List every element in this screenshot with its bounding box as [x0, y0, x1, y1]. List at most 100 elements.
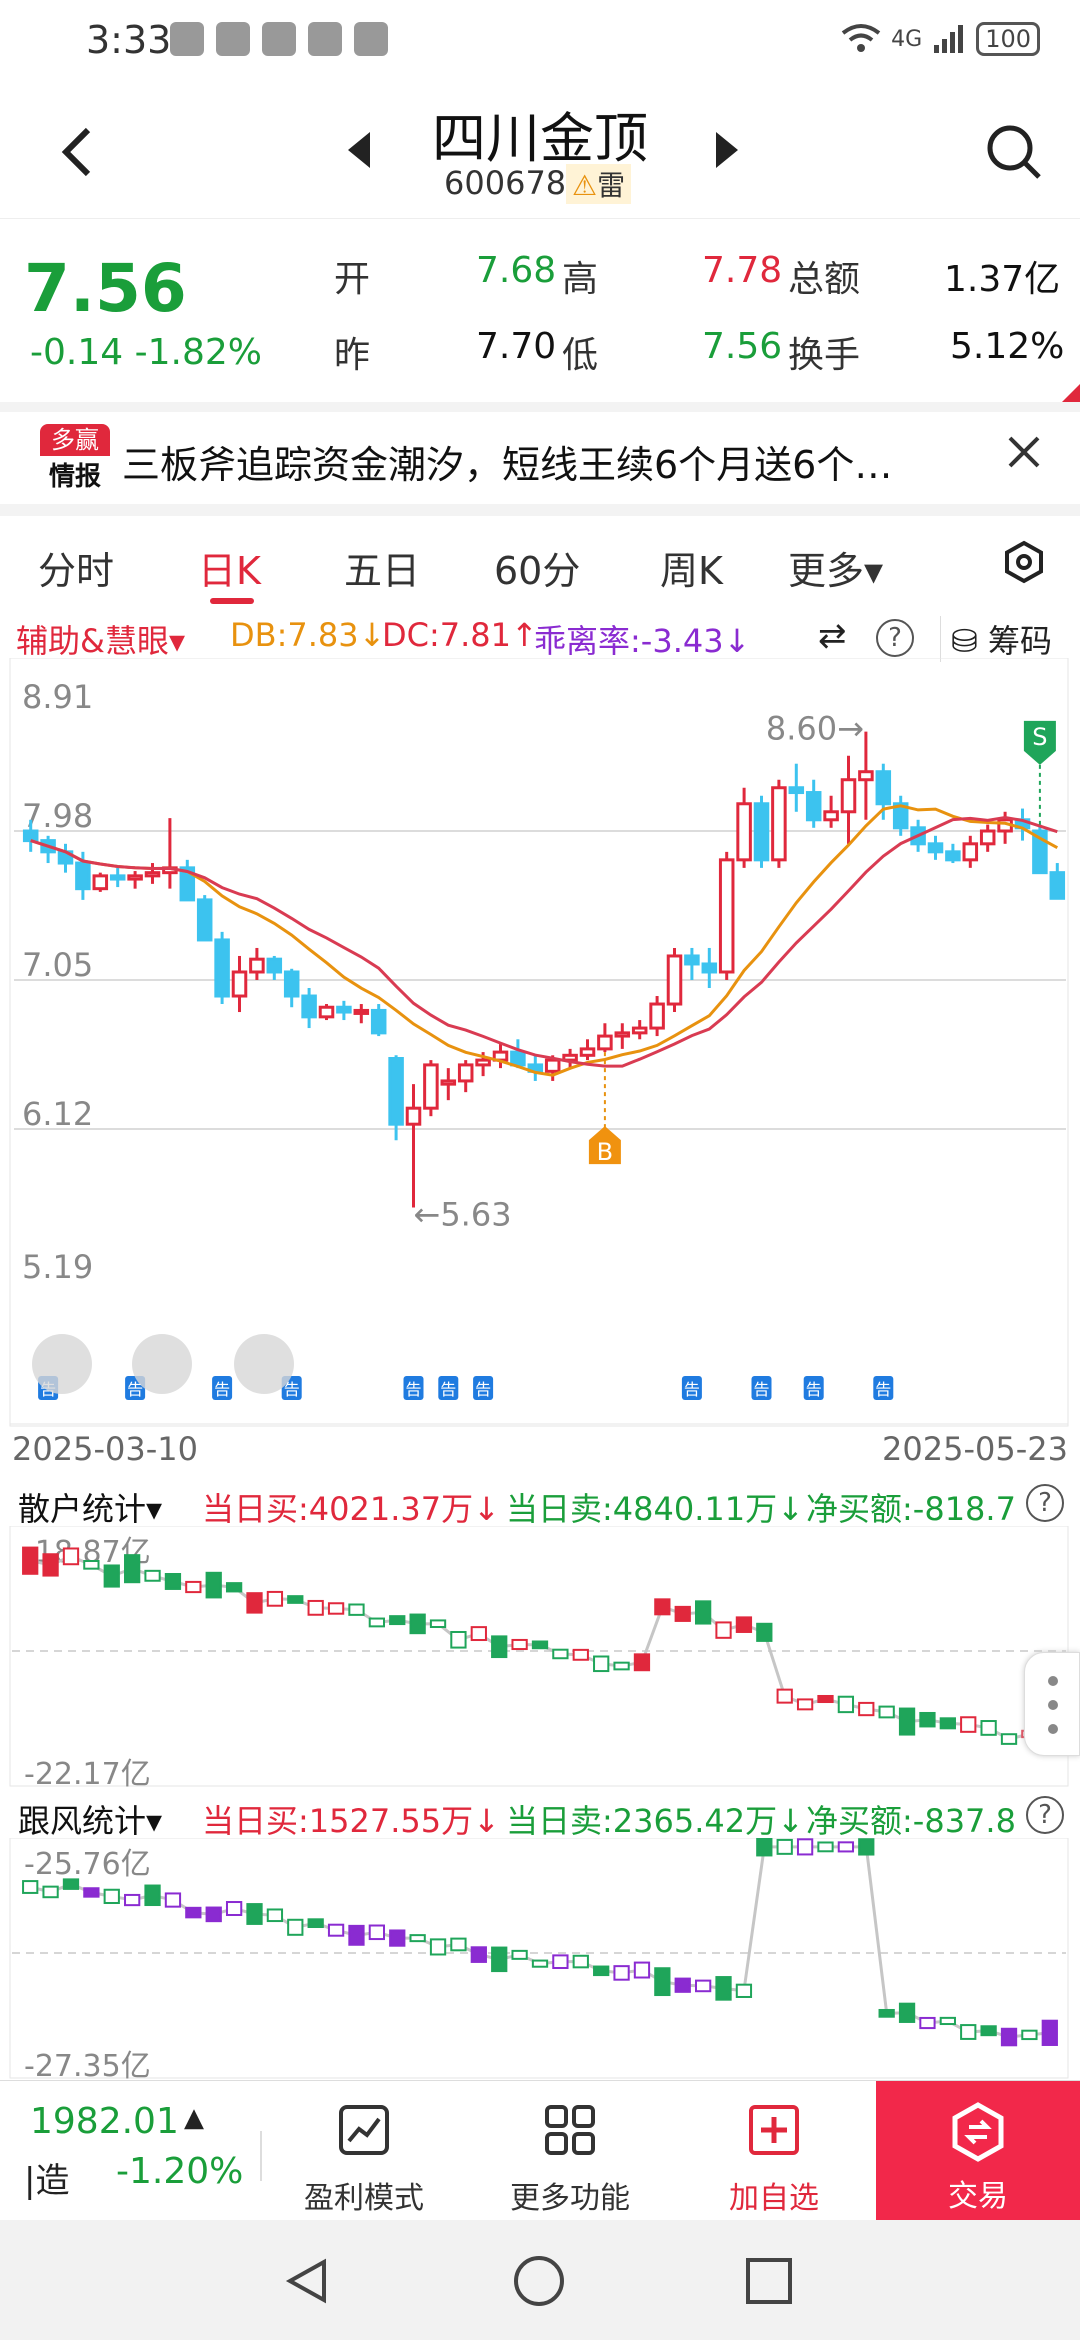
tab-more[interactable]: 更多▾ — [788, 540, 883, 595]
profit-mode-label: 盈利模式 — [304, 2181, 424, 2216]
candle-body — [718, 858, 735, 974]
mini-bottom-label: -27.35亿 — [24, 2049, 151, 2080]
mini-bar — [776, 1688, 793, 1704]
mini-bar — [348, 1924, 365, 1946]
globe-icon — [308, 22, 342, 56]
mini-bar — [511, 1638, 528, 1651]
price-change: -0.14 -1.82% — [30, 332, 262, 373]
mini-bar — [715, 1976, 732, 2001]
tab-five-day[interactable]: 五日 — [344, 540, 420, 595]
candle-body — [214, 938, 230, 998]
status-right: 4G 100 — [841, 22, 1040, 56]
candle-body — [962, 842, 979, 862]
buy-signal-label: B — [597, 1138, 613, 1166]
mini-bar — [511, 1949, 528, 1960]
indicator-selector[interactable]: 辅助&慧眼▾ — [16, 616, 185, 662]
mini-bar — [1021, 2029, 1038, 2041]
more-functions-button[interactable]: 更多功能 — [490, 2103, 650, 2217]
mini-bar — [654, 1598, 671, 1616]
moving-average-line — [30, 804, 1059, 1077]
indicator-dc: DC:7.81↑ — [382, 616, 538, 654]
system-back-icon[interactable] — [282, 2256, 332, 2306]
high-value: 7.78 — [702, 250, 783, 291]
mini-bar — [225, 1582, 243, 1593]
kline-chart[interactable]: 8.91 7.98 7.05 6.12 5.19 8.60→ ←5.63 B S 告告告告告告告告… — [0, 657, 1080, 1470]
battery-indicator: 100 — [976, 22, 1040, 56]
system-recents-icon[interactable] — [744, 2256, 794, 2306]
candle-body — [109, 874, 126, 881]
ad-banner[interactable]: 多赢 情报 三板斧追踪资金潮汐，短线王续6个月送6个… — [0, 412, 1080, 504]
mini-bar — [593, 1655, 610, 1673]
indicator-help-button[interactable]: ? — [876, 616, 914, 657]
indicator-bar: 辅助&慧眼▾ DB:7.83↓ DC:7.81↑ 乖离率:-3.43↓ ⇄ ? … — [10, 610, 1070, 662]
announcement-badge-label: 告 — [405, 1380, 421, 1399]
candle-body — [283, 970, 300, 998]
tab-60min[interactable]: 60分 — [494, 540, 580, 595]
swap-indicator-button[interactable]: ⇄ — [818, 616, 847, 656]
add-watchlist-button[interactable]: 加自选 — [694, 2103, 854, 2217]
mini-bar — [837, 1841, 855, 1853]
tab-weekly-k[interactable]: 周K — [660, 540, 723, 595]
high-price-annotation: 8.60→ — [766, 710, 864, 748]
profit-mode-button[interactable]: 盈利模式 — [284, 2103, 444, 2217]
divider — [260, 2131, 262, 2181]
mini-bar — [42, 1553, 59, 1577]
index-change: -1.20% — [116, 2151, 244, 2192]
mini-bar — [878, 1705, 895, 1719]
turnover-value: 5.12% — [950, 326, 1065, 367]
network-label: 4G — [891, 26, 923, 52]
indicator-bias: 乖离率:-3.43↓ — [534, 622, 751, 660]
tab-intraday[interactable]: 分时 — [38, 540, 114, 595]
y-tick-label: 5.19 — [22, 1248, 93, 1286]
chart-settings-button[interactable] — [1002, 540, 1046, 584]
amount-value: 1.37亿 — [944, 259, 1061, 300]
trade-button[interactable]: 交易 — [876, 2081, 1080, 2221]
mini-bar — [144, 1884, 161, 1907]
divider — [0, 402, 1080, 412]
risk-badge[interactable]: ⚠雷 — [566, 164, 632, 204]
candle-body — [388, 1057, 404, 1126]
mini-bar — [307, 1599, 324, 1616]
expand-icon — [132, 1334, 192, 1394]
warning-icon: ⚠ — [572, 169, 598, 202]
mini-bar — [266, 1590, 284, 1607]
close-ad-button[interactable] — [1004, 426, 1044, 484]
retail-help-button[interactable]: ? — [1026, 1484, 1064, 1522]
candle-body — [510, 1050, 526, 1067]
more-functions-label: 更多功能 — [510, 2181, 630, 2216]
mini-bar — [205, 1571, 222, 1599]
chips-label: 筹码 — [987, 622, 1052, 660]
candle-body — [336, 1005, 352, 1014]
app-icon — [262, 22, 296, 56]
follow-help-button[interactable]: ? — [1026, 1796, 1064, 1834]
follow-stat-selector[interactable]: 跟风统计▾ — [18, 1796, 162, 1842]
app-icon — [216, 22, 250, 56]
mini-bar — [552, 1954, 569, 1970]
chart-trend-icon — [339, 2105, 389, 2155]
tab-daily-k[interactable]: 日K — [198, 540, 261, 595]
candle-body — [788, 786, 805, 795]
candle-body — [684, 954, 700, 966]
mini-bar — [327, 1923, 345, 1937]
follow-stat-header: 跟风统计▾ 当日买:1527.55万↓ 当日卖:2365.42万↓ 净买额:-8… — [10, 1790, 1070, 1840]
ad-logo-top: 多赢 — [40, 424, 110, 456]
search-button[interactable] — [984, 122, 1044, 182]
chips-button[interactable]: ⛁ 筹码 — [940, 616, 1052, 662]
stock-name: 四川金顶 — [432, 107, 648, 170]
period-tabs: 分时 日K 五日 60分 周K 更多▾ — [0, 520, 1080, 610]
next-stock-button[interactable] — [712, 128, 742, 182]
candle-body — [579, 1047, 596, 1057]
mini-bar — [429, 1619, 447, 1629]
side-more-handle[interactable] — [1024, 1652, 1080, 1756]
retail-stat-selector[interactable]: 散户统计▾ — [18, 1484, 162, 1530]
retail-buy: 当日买:4021.37万↓ — [202, 1490, 500, 1528]
system-home-icon[interactable] — [512, 2254, 566, 2308]
mini-bar — [919, 1711, 936, 1728]
system-navigation-bar — [0, 2220, 1080, 2340]
prev-close-label: 昨 — [334, 335, 371, 376]
follow-stat-panel: 跟风统计▾ 当日买:1527.55万↓ 当日卖:2365.42万↓ 净买额:-8… — [0, 1790, 1080, 2080]
mini-bar — [939, 2016, 956, 2026]
mini-bar — [491, 1635, 508, 1659]
mini-bar — [164, 1573, 182, 1590]
candle-body — [92, 874, 109, 891]
